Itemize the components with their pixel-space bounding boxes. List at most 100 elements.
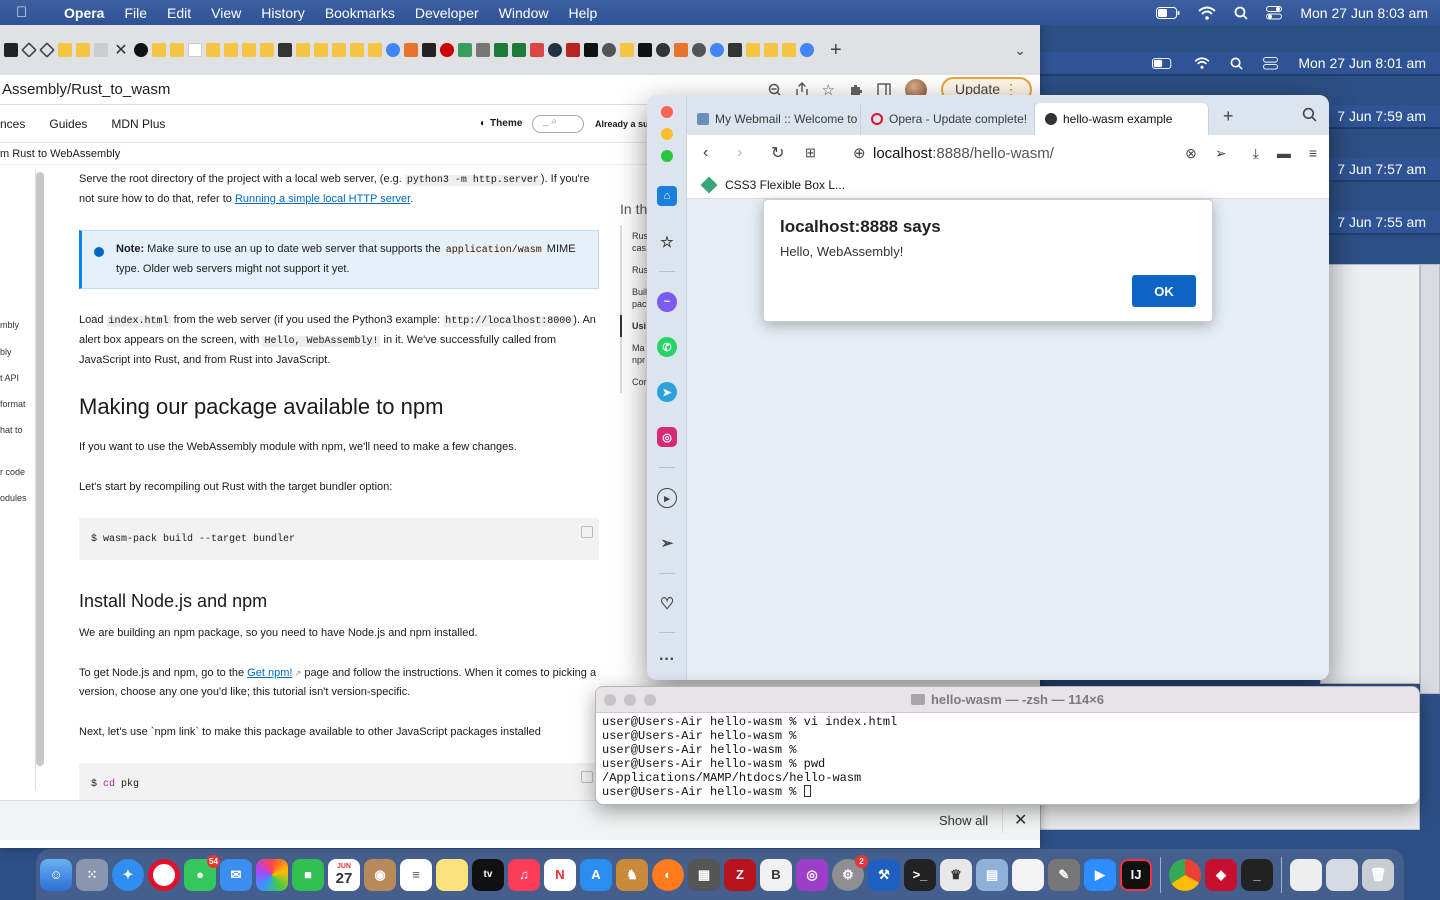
tab-icon[interactable] <box>58 43 72 57</box>
apple-icon[interactable]:  <box>16 4 38 21</box>
tab-opera-update[interactable]: Opera - Update complete! <box>861 103 1035 135</box>
google-tab-icon[interactable] <box>386 43 400 57</box>
tab-icon[interactable] <box>746 43 760 57</box>
close-tab-icon[interactable]: ✕ <box>112 40 130 60</box>
menu-view[interactable]: View <box>201 5 251 21</box>
new-tab-icon[interactable]: + <box>830 39 842 62</box>
player-icon[interactable]: ▸ <box>657 488 677 508</box>
reload-icon[interactable]: ↻ <box>771 143 789 163</box>
tab-icon[interactable] <box>152 43 166 57</box>
reminders-icon[interactable]: ≡ <box>400 858 432 891</box>
adblock-icon[interactable]: ⊗ <box>1185 145 1197 162</box>
ok-button[interactable]: OK <box>1132 275 1196 307</box>
intellij-icon[interactable]: IJ <box>1120 858 1152 891</box>
menubar-clock[interactable]: Mon 27 Jun 8:03 am <box>1300 5 1428 21</box>
nav-references[interactable]: nces <box>0 117 25 131</box>
tab-icon[interactable] <box>782 43 796 57</box>
messenger-icon[interactable]: ~ <box>657 292 677 312</box>
close-window-button[interactable] <box>661 106 673 118</box>
toc-item[interactable]: Cor <box>622 371 650 393</box>
filezilla-icon[interactable]: Z <box>724 858 756 891</box>
tab-icon[interactable] <box>242 43 256 57</box>
tab-icon[interactable] <box>674 43 688 57</box>
github-tab-icon[interactable] <box>656 43 670 57</box>
tab-icon[interactable] <box>368 43 382 57</box>
site-info-globe-icon[interactable]: ⊕ <box>853 144 871 162</box>
bookmark-css3-flexbox[interactable]: CSS3 Flexible Box L... <box>725 178 845 192</box>
terminal-window-icon[interactable]: _ <box>1241 858 1273 891</box>
messages-icon[interactable]: ● 54 <box>184 854 220 891</box>
tab-icon[interactable] <box>39 42 55 58</box>
toc-item[interactable]: Rus cas <box>622 225 650 259</box>
home-icon[interactable]: ⌂ <box>657 186 677 206</box>
tab-icon[interactable] <box>170 43 184 57</box>
nav-guides[interactable]: Guides <box>49 117 87 131</box>
link-local-http-server[interactable]: Running a simple local HTTP server <box>235 193 410 205</box>
zoom-window-button[interactable] <box>644 693 656 706</box>
tab-icon[interactable] <box>224 43 238 57</box>
telegram-icon[interactable]: ➤ <box>657 382 677 402</box>
minimize-window-button[interactable] <box>624 693 636 706</box>
close-download-bar-icon[interactable]: ✕ <box>1014 810 1027 830</box>
tab-icon[interactable] <box>584 43 598 57</box>
copy-icon[interactable] <box>581 771 593 783</box>
photos-icon[interactable] <box>256 858 288 891</box>
document-icon[interactable] <box>1012 858 1044 891</box>
control-center-icon[interactable] <box>1266 5 1283 20</box>
easy-setup-icon[interactable]: ≡ <box>1309 145 1317 162</box>
tab-webmail[interactable]: My Webmail :: Welcome to M <box>687 103 861 135</box>
send-icon[interactable]: ➢ <box>657 533 677 553</box>
toc-item-active[interactable]: Usi <box>620 315 650 337</box>
tab-icon[interactable] <box>332 43 346 57</box>
mdn-tab-icon[interactable] <box>4 43 18 57</box>
whatsapp-icon[interactable]: ✆ <box>657 337 677 357</box>
chrome-icon[interactable] <box>1169 858 1201 891</box>
tab-icon[interactable] <box>404 43 418 57</box>
gmail-tab-icon[interactable] <box>530 43 544 57</box>
firefox-icon[interactable]: ◐ <box>652 858 684 891</box>
site-search-input[interactable]: _ ⌕ <box>532 114 584 133</box>
menu-bookmarks[interactable]: Bookmarks <box>315 5 405 21</box>
tab-icon[interactable] <box>188 43 202 57</box>
sidebar-item[interactable]: odules <box>0 493 27 503</box>
trash-icon[interactable]: 🗑 <box>1362 858 1394 891</box>
tab-icon[interactable] <box>620 43 634 57</box>
tab-icon[interactable] <box>76 43 90 57</box>
heart-icon[interactable]: ♡ <box>657 594 677 614</box>
opera-icon[interactable] <box>148 858 180 891</box>
tab-icon[interactable] <box>134 43 148 57</box>
mail-icon[interactable]: ✉ <box>220 858 252 891</box>
menu-edit[interactable]: Edit <box>157 5 201 21</box>
tab-icon[interactable] <box>260 43 274 57</box>
tab-icon[interactable] <box>692 43 706 57</box>
contacts-icon[interactable]: ◉ <box>364 858 396 891</box>
download-icon[interactable]: ⤓ <box>1253 145 1259 162</box>
menu-file[interactable]: File <box>114 5 157 21</box>
tab-icon[interactable] <box>440 43 454 57</box>
tab-icon[interactable] <box>350 43 364 57</box>
battery-icon[interactable] <box>1156 6 1180 19</box>
menu-history[interactable]: History <box>251 5 315 21</box>
nav-mdn-plus[interactable]: MDN Plus <box>111 117 165 131</box>
breadcrumb-current[interactable]: m Rust to WebAssembly <box>0 148 120 160</box>
tab-icon[interactable] <box>314 43 328 57</box>
terminal-output[interactable]: user@Users-Air hello-wasm % vi index.htm… <box>596 713 1419 801</box>
speed-dial-icon[interactable]: ☆ <box>657 232 677 252</box>
safari-icon[interactable]: ✦ <box>112 858 144 891</box>
calendar-icon[interactable]: JUN 27 <box>328 858 360 891</box>
xcode-icon[interactable]: ⚒ <box>868 858 900 891</box>
tab-icon[interactable] <box>764 43 778 57</box>
elephant-icon[interactable]: ♛ <box>940 858 972 891</box>
news-icon[interactable]: N <box>544 858 576 891</box>
menu-app-name[interactable]: Opera <box>54 5 114 21</box>
instagram-icon[interactable]: ◎ <box>657 427 677 447</box>
tab-icon[interactable] <box>94 43 108 57</box>
tab-icon[interactable] <box>728 43 742 57</box>
tab-icon[interactable] <box>296 43 310 57</box>
toc-item[interactable]: Buil pac <box>622 281 650 315</box>
back-icon[interactable]: ‹ <box>703 144 721 162</box>
tab-icon[interactable] <box>602 43 616 57</box>
close-window-button[interactable] <box>604 693 616 706</box>
google-tab-icon[interactable] <box>710 43 724 57</box>
tab-search-icon[interactable] <box>1302 107 1317 122</box>
